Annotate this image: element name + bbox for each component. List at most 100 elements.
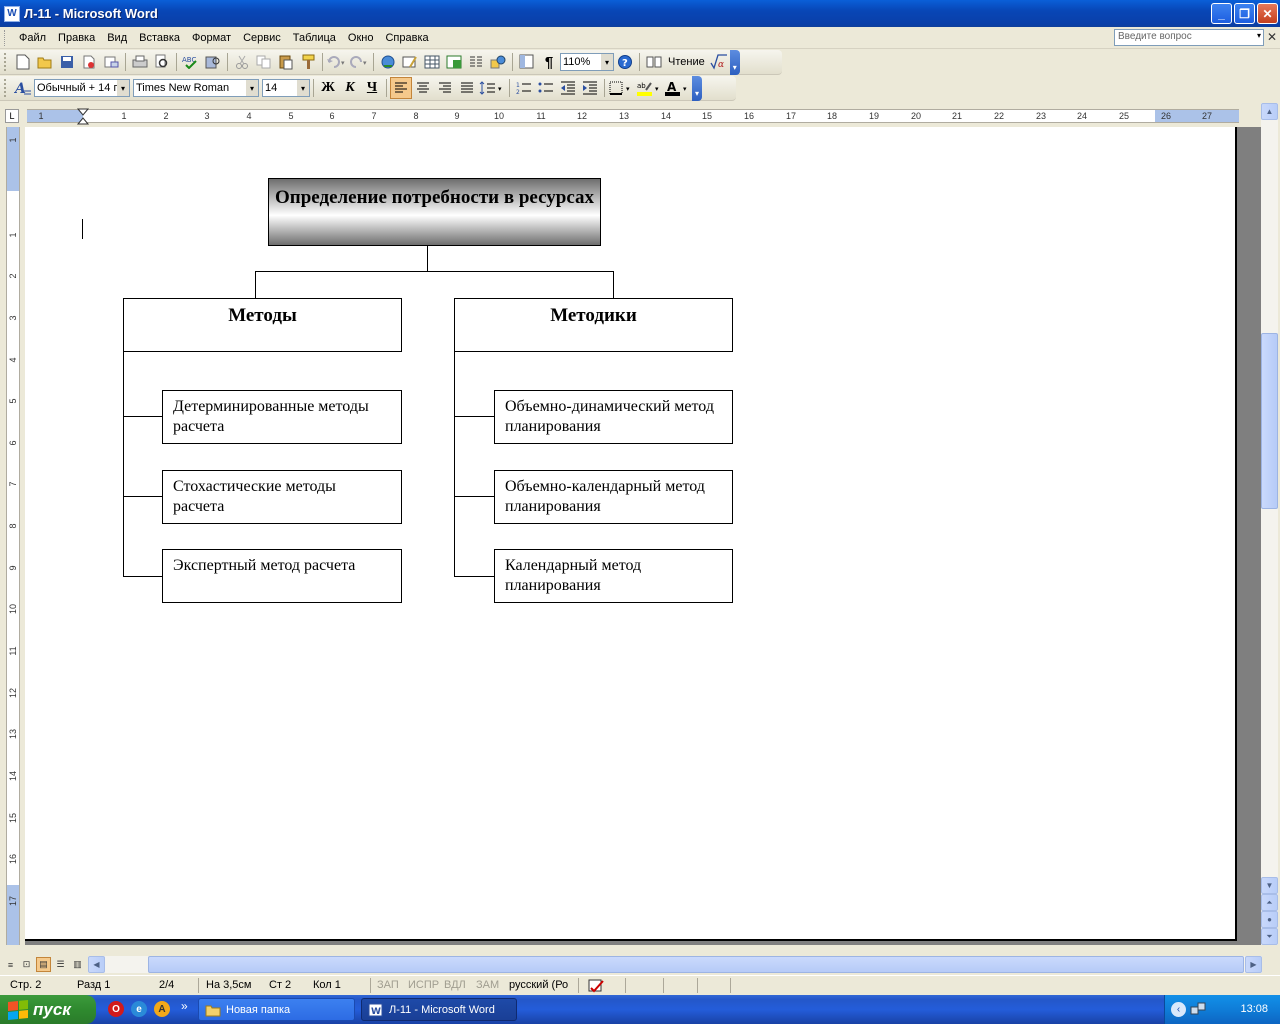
- internet-explorer-icon[interactable]: e: [131, 1001, 147, 1017]
- menu-insert[interactable]: Вставка: [133, 32, 186, 44]
- line-spacing-icon[interactable]: ▾: [478, 77, 506, 99]
- insert-excel-icon[interactable]: [443, 51, 465, 73]
- word-app-icon[interactable]: W: [4, 5, 20, 22]
- zoom-select[interactable]: 110% ▾: [560, 53, 614, 71]
- opera-icon[interactable]: O: [108, 1001, 124, 1017]
- highlight-icon[interactable]: ab ▾: [636, 77, 664, 99]
- print-layout-view-icon[interactable]: ▤: [36, 957, 51, 972]
- spelling-status-icon[interactable]: [588, 979, 606, 996]
- technique-item-box[interactable]: Календарный метод планирования: [494, 549, 733, 603]
- chevron-down-icon[interactable]: ▾: [601, 54, 613, 70]
- indent-marker-icon[interactable]: [77, 108, 89, 126]
- hyperlink-icon[interactable]: [377, 51, 399, 73]
- undo-icon[interactable]: ▾: [326, 51, 348, 73]
- menu-grip[interactable]: [4, 29, 7, 46]
- bold-button[interactable]: Ж: [317, 77, 339, 99]
- font-select[interactable]: Times New Roman ▾: [133, 79, 259, 97]
- style-select[interactable]: Обычный + 14 г ▾: [34, 79, 130, 97]
- scroll-left-icon[interactable]: ◀: [88, 956, 105, 973]
- increase-indent-icon[interactable]: [579, 77, 601, 99]
- network-icon[interactable]: [1190, 1002, 1206, 1018]
- horizontal-ruler[interactable]: 1 1 2 3 4 5 6 7 8 9 10 11 12 13 14 15 16…: [27, 108, 1239, 126]
- techniques-box[interactable]: Методики: [454, 298, 733, 352]
- document-close-button[interactable]: ✕: [1267, 30, 1277, 44]
- quicklaunch-chevron-icon[interactable]: »: [181, 999, 188, 1013]
- start-button[interactable]: пуск: [0, 995, 96, 1024]
- underline-button[interactable]: Ч: [361, 77, 383, 99]
- messenger-icon[interactable]: A: [154, 1001, 170, 1017]
- reading-view-icon[interactable]: ▥: [70, 957, 85, 972]
- paste-icon[interactable]: [275, 51, 297, 73]
- toolbar-options-icon[interactable]: ▾: [729, 49, 740, 75]
- tables-borders-icon[interactable]: [399, 51, 421, 73]
- toolbar-options-icon[interactable]: ▾: [692, 75, 702, 101]
- diagram-root-box[interactable]: Определение потребности в ресурсах: [268, 178, 601, 246]
- document-page[interactable]: Определение потребности в ресурсах Метод…: [25, 127, 1237, 941]
- toolbar-grip[interactable]: [4, 53, 7, 71]
- technique-item-box[interactable]: Объемно-динамический метод планирования: [494, 390, 733, 444]
- menu-view[interactable]: Вид: [101, 32, 133, 44]
- permission-icon[interactable]: [78, 51, 100, 73]
- help-icon[interactable]: ?: [614, 51, 636, 73]
- chevron-down-icon[interactable]: ▾: [246, 80, 258, 96]
- tray-expand-icon[interactable]: ‹: [1171, 1002, 1186, 1017]
- tab-selector[interactable]: L: [5, 109, 19, 123]
- menu-edit[interactable]: Правка: [52, 32, 101, 44]
- method-item-box[interactable]: Стохастические методы расчета: [162, 470, 402, 524]
- close-button[interactable]: ✕: [1257, 3, 1278, 24]
- chevron-down-icon[interactable]: ▾: [297, 80, 309, 96]
- save-icon[interactable]: [56, 51, 78, 73]
- copy-icon[interactable]: [253, 51, 275, 73]
- normal-view-icon[interactable]: ≡: [3, 957, 18, 972]
- show-formatting-icon[interactable]: ¶: [538, 51, 560, 73]
- help-dropdown-icon[interactable]: ▾: [1257, 31, 1261, 40]
- styles-formatting-icon[interactable]: A: [12, 77, 34, 99]
- print-icon[interactable]: [129, 51, 151, 73]
- align-right-icon[interactable]: [434, 77, 456, 99]
- font-color-icon[interactable]: A ▾: [664, 77, 692, 99]
- horizontal-scroll-thumb[interactable]: [148, 956, 1244, 973]
- browse-object-icon[interactable]: ●: [1261, 911, 1278, 928]
- align-center-icon[interactable]: [412, 77, 434, 99]
- previous-page-icon[interactable]: ⏶: [1261, 894, 1278, 911]
- new-icon[interactable]: [12, 51, 34, 73]
- bullets-icon[interactable]: [535, 77, 557, 99]
- reading-layout-icon[interactable]: [643, 51, 665, 73]
- next-page-icon[interactable]: ⏷: [1261, 928, 1278, 945]
- menu-window[interactable]: Окно: [342, 32, 380, 44]
- decrease-indent-icon[interactable]: [557, 77, 579, 99]
- equation-icon[interactable]: α: [708, 51, 730, 73]
- scroll-right-icon[interactable]: ▶: [1245, 956, 1262, 973]
- print-preview-icon[interactable]: [151, 51, 173, 73]
- vertical-scrollbar[interactable]: ▲ ▼ ⏶ ● ⏷: [1261, 103, 1278, 945]
- menu-file[interactable]: Файл: [13, 32, 52, 44]
- status-overtype[interactable]: ЗАМ: [476, 979, 499, 991]
- taskbar-item-folder[interactable]: Новая папка: [198, 998, 355, 1021]
- web-view-icon[interactable]: ⊡: [19, 957, 34, 972]
- numbering-icon[interactable]: 12: [513, 77, 535, 99]
- columns-icon[interactable]: [465, 51, 487, 73]
- method-item-box[interactable]: Экспертный метод расчета: [162, 549, 402, 603]
- status-record[interactable]: ЗАП: [377, 979, 399, 991]
- maximize-button[interactable]: ❐: [1234, 3, 1255, 24]
- align-left-icon[interactable]: [390, 77, 412, 99]
- scroll-up-icon[interactable]: ▲: [1261, 103, 1278, 120]
- menu-tools[interactable]: Сервис: [237, 32, 287, 44]
- redo-icon[interactable]: ▾: [348, 51, 370, 73]
- menu-format[interactable]: Формат: [186, 32, 237, 44]
- menu-help[interactable]: Справка: [379, 32, 434, 44]
- format-painter-icon[interactable]: [297, 51, 319, 73]
- drawing-icon[interactable]: [487, 51, 509, 73]
- font-size-select[interactable]: 14 ▾: [262, 79, 310, 97]
- menu-table[interactable]: Таблица: [287, 32, 342, 44]
- minimize-button[interactable]: _: [1211, 3, 1232, 24]
- horizontal-scrollbar[interactable]: ◀ ▶: [88, 956, 1262, 973]
- vertical-ruler[interactable]: 1 1 2 3 4 5 6 7 8 9 10 11 12 13 14 15 16…: [6, 127, 20, 945]
- status-track-changes[interactable]: ИСПР: [408, 979, 439, 991]
- borders-icon[interactable]: ▾: [608, 77, 636, 99]
- research-icon[interactable]: [202, 51, 224, 73]
- status-extend[interactable]: ВДЛ: [444, 979, 466, 991]
- cut-icon[interactable]: [231, 51, 253, 73]
- email-icon[interactable]: [100, 51, 122, 73]
- document-map-icon[interactable]: [516, 51, 538, 73]
